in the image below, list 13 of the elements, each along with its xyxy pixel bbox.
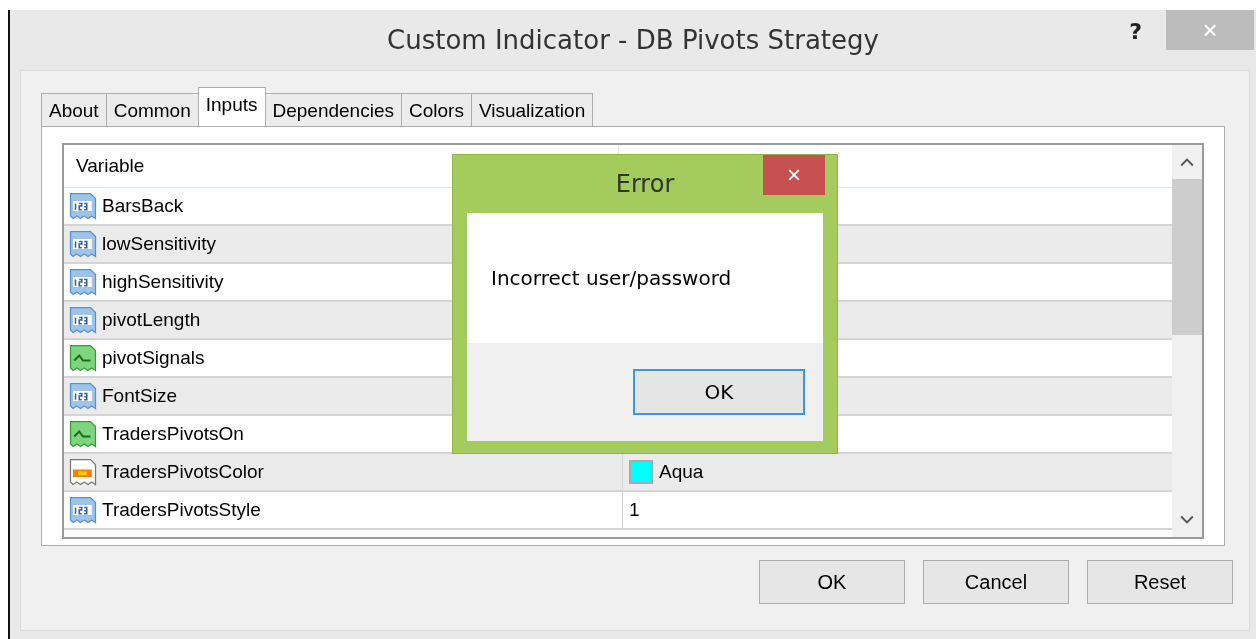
window-title: Custom Indicator - DB Pivots Strategy: [387, 25, 879, 55]
variable-value: 1: [629, 499, 640, 521]
variable-name: TradersPivotsStyle: [102, 499, 261, 521]
variable-name: BarsBack: [102, 195, 184, 217]
variable-name: pivotSignals: [102, 347, 205, 369]
variable-name: TradersPivotsOn: [102, 423, 244, 445]
variable-name: pivotLength: [102, 309, 201, 331]
variable-name: TradersPivotsColor: [102, 461, 264, 483]
variable-value: Aqua: [659, 461, 704, 483]
variable-name: highSensitivity: [102, 271, 224, 293]
variable-name: lowSensitivity: [102, 233, 217, 255]
error-message: Incorrect user/password: [491, 266, 732, 290]
variable-name: FontSize: [102, 385, 177, 407]
